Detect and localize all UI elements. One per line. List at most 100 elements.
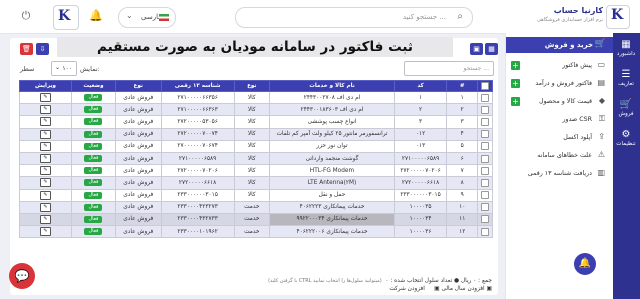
user-logo[interactable]: K bbox=[53, 5, 79, 30]
toolbar-button-1[interactable]: ▣ bbox=[470, 43, 483, 55]
kind-cell: کالا bbox=[233, 151, 271, 166]
status-badge[interactable]: فعال bbox=[84, 155, 103, 163]
select-cell bbox=[477, 115, 493, 129]
add-sales-invoice-icon[interactable]: + bbox=[511, 79, 520, 88]
row-checkbox[interactable] bbox=[481, 215, 490, 224]
id13-cell: ۲۷۲۰۰۰۰۰۶۶۱۸ bbox=[160, 176, 235, 190]
table-row[interactable]: ✎ فعال فروش عادی ۲۷۰۰۰۰۰۰۷۰۶۷۴ کالا توان نور … bbox=[18, 139, 493, 153]
code-cell: ۱۰۰۰۰۳۵ bbox=[394, 200, 448, 214]
id13-cell: ۲۷۱۰۰۰۰۰۶۵۸۹ bbox=[160, 151, 235, 166]
col-header-kind[interactable]: نوع bbox=[233, 80, 271, 92]
status-badge[interactable]: فعال bbox=[84, 228, 103, 236]
edit-icon[interactable]: ✎ bbox=[40, 129, 52, 139]
status-badge[interactable]: فعال bbox=[84, 94, 103, 102]
sidebar-item-sales-invoice[interactable]: + فاکتور فروش و درآمد ▤ bbox=[506, 77, 613, 91]
num-cell: ۹ bbox=[446, 188, 479, 202]
delete-button[interactable]: 🗑 bbox=[20, 43, 33, 55]
status-badge[interactable]: فعال bbox=[84, 215, 103, 223]
status-badge[interactable]: فعال bbox=[84, 118, 103, 126]
sidebar-item-13-digit-id[interactable]: دریافت شناسه ۱۳ رقمی ▥ bbox=[506, 167, 613, 181]
edit-icon[interactable]: ✎ bbox=[40, 166, 52, 176]
status-badge[interactable]: فعال bbox=[84, 191, 103, 199]
sidebar-header[interactable]: خرید و فروش 🛒 bbox=[506, 37, 613, 53]
col-header-code[interactable]: کد bbox=[394, 80, 448, 92]
edit-icon[interactable]: ✎ bbox=[40, 93, 52, 103]
col-header-id13[interactable]: شناسه ۱۳ رقمی bbox=[160, 80, 235, 92]
rail-item-definitions[interactable]: ☰ تعاریف bbox=[612, 69, 640, 87]
toolbar-button-2[interactable]: ▦ bbox=[485, 43, 498, 55]
add-proforma-icon[interactable]: + bbox=[511, 61, 520, 70]
table-row[interactable]: ✎ فعال فروش عادی ۲۷۱۰۰۰۰۰۶۵۸۹ کالا گوشت منجمد… bbox=[18, 151, 493, 166]
notification-bell-icon[interactable]: 🔔 bbox=[89, 9, 103, 22]
add-fiscal-year-link[interactable]: افزودن سال مالی ▣ bbox=[434, 286, 485, 292]
sidebar-item-excel-upload[interactable]: آپلود اکسل ⇪ bbox=[506, 131, 613, 145]
col-header-num[interactable]: # bbox=[446, 80, 479, 92]
kind-cell: خدمت bbox=[233, 225, 271, 239]
table-row[interactable]: ✎ فعال فروش عادی ۲۷۱۰۰۰۰۰۶۶۳۵۶ کالا ام دی اف … bbox=[18, 90, 493, 105]
table-row[interactable]: ✎ فعال فروش عادی ۲۷۲۰۰۰۰۰۷۰۲۰۶ کالا HTL-FG Mo… bbox=[18, 164, 493, 178]
table-row[interactable]: ✎ فعال فروش عادی ۲۳۳۰۰۰۰۴۲۳۲۷۳ خدمت خدمات پیم… bbox=[18, 200, 493, 214]
global-search-input[interactable]: جستجو کنید ... ⌕ bbox=[235, 7, 473, 28]
table-row[interactable]: ✎ فعال فروش عادی ۲۳۳۰۰۰۰۴۳۲۷۳۳ خدمت خدمات پیم… bbox=[18, 212, 493, 227]
row-checkbox[interactable] bbox=[481, 191, 490, 200]
edit-icon[interactable]: ✎ bbox=[40, 178, 52, 188]
language-select[interactable]: ⌄ فارسی bbox=[118, 7, 176, 28]
status-badge[interactable]: فعال bbox=[84, 142, 103, 150]
edit-icon[interactable]: ✎ bbox=[40, 214, 52, 224]
status-badge[interactable]: فعال bbox=[84, 167, 103, 175]
rail-item-dashboard[interactable]: ▦ داشبورد bbox=[612, 39, 640, 57]
table-row[interactable]: ✎ فعال فروش عادی ۲۷۲۰۰۰۰۰۵۳۰۵۶ کالا انواع چسب… bbox=[18, 115, 493, 129]
sidebar-item-label: آپلود اکسل bbox=[563, 134, 592, 141]
row-checkbox[interactable] bbox=[481, 142, 490, 151]
status-badge[interactable]: فعال bbox=[84, 203, 103, 211]
col-header-status[interactable]: وضعیت bbox=[71, 80, 116, 92]
edit-icon[interactable]: ✎ bbox=[40, 105, 52, 115]
sidebar-item-csr[interactable]: صدور CSR ⚿ bbox=[506, 113, 613, 127]
chat-button[interactable]: 💬 bbox=[9, 263, 35, 289]
code-cell: ۰۱۳ bbox=[394, 139, 448, 153]
status-badge[interactable]: فعال bbox=[84, 130, 103, 138]
table-row[interactable]: ✎ فعال فروش عادی ۲۳۳۰۰۰۰۰۰۳۰۱۵ کالا حمل و نقل… bbox=[18, 188, 493, 202]
col-header-edit[interactable]: ویرایش bbox=[18, 80, 73, 92]
notification-fab[interactable]: 🔔 bbox=[574, 253, 596, 275]
row-checkbox[interactable] bbox=[481, 130, 490, 139]
col-header-type[interactable]: نوع bbox=[114, 80, 162, 92]
sidebar-item-system-errors[interactable]: علت خطاهای سامانه ⚠ bbox=[506, 149, 613, 163]
row-checkbox[interactable] bbox=[481, 178, 490, 187]
edit-icon[interactable]: ✎ bbox=[40, 227, 52, 237]
kind-cell: خدمت bbox=[233, 200, 271, 214]
edit-icon[interactable]: ✎ bbox=[40, 117, 52, 127]
row-checkbox[interactable] bbox=[481, 93, 490, 102]
download-button[interactable]: ⇩ bbox=[36, 43, 49, 55]
edit-icon[interactable]: ✎ bbox=[40, 190, 52, 200]
sidebar-item-proforma[interactable]: + پیش فاکتور ▭ bbox=[506, 59, 613, 73]
rail-item-sales[interactable]: 🛒 فروش bbox=[612, 99, 640, 117]
id13-cell: ۲۷۲۰۰۰۰۰۵۳۰۵۶ bbox=[160, 115, 235, 129]
row-checkbox[interactable] bbox=[481, 154, 490, 163]
edit-cell: ✎ bbox=[18, 90, 73, 105]
col-header-select[interactable] bbox=[477, 80, 493, 92]
edit-icon[interactable]: ✎ bbox=[40, 141, 52, 151]
select-all-checkbox[interactable] bbox=[481, 82, 490, 90]
table-row[interactable]: ✎ فعال فروش عادی ۲۳۳۰۰۰۰۱۰۱۹۶۲ خدمت خدمات پیم… bbox=[18, 225, 493, 239]
status-badge[interactable]: فعال bbox=[84, 179, 103, 187]
row-checkbox[interactable] bbox=[481, 105, 490, 114]
row-checkbox[interactable] bbox=[481, 227, 490, 236]
rail-item-settings[interactable]: ⚙ تنظیمات bbox=[612, 129, 640, 147]
status-badge[interactable]: فعال bbox=[84, 106, 103, 114]
add-product-price-icon[interactable]: + bbox=[511, 97, 520, 106]
power-icon[interactable]: ⏻ bbox=[20, 10, 32, 22]
row-checkbox[interactable] bbox=[481, 166, 490, 175]
page-size-select[interactable]: ⌄ ۱۰۰ bbox=[51, 61, 77, 76]
sidebar-item-product-price[interactable]: + قیمت کالا و محصول ◆ bbox=[506, 95, 613, 109]
table-row[interactable]: ✎ فعال فروش عادی ۲۷۲۰۰۰۰۰۷۰۰۷۴ کالا ترانسفورم… bbox=[18, 127, 493, 141]
row-checkbox[interactable] bbox=[481, 117, 490, 126]
edit-icon[interactable]: ✎ bbox=[40, 154, 52, 164]
col-header-name[interactable]: نام کالا و خدمات bbox=[268, 80, 396, 92]
row-checkbox[interactable] bbox=[481, 203, 490, 212]
code-cell: ۲۷۲۰۰۰۰۰۶۶۱۸ bbox=[394, 176, 448, 190]
edit-icon[interactable]: ✎ bbox=[40, 202, 52, 212]
table-row[interactable]: ✎ فعال فروش عادی ۲۷۱۰۰۰۰۰۶۶۳۶۳ کالا ام دی اف … bbox=[18, 103, 493, 117]
table-search-input[interactable]: جستجو ... bbox=[404, 61, 494, 76]
table-row[interactable]: ✎ فعال فروش عادی ۲۷۲۰۰۰۰۰۶۶۱۸ کالا LTE Antenn… bbox=[18, 176, 493, 190]
